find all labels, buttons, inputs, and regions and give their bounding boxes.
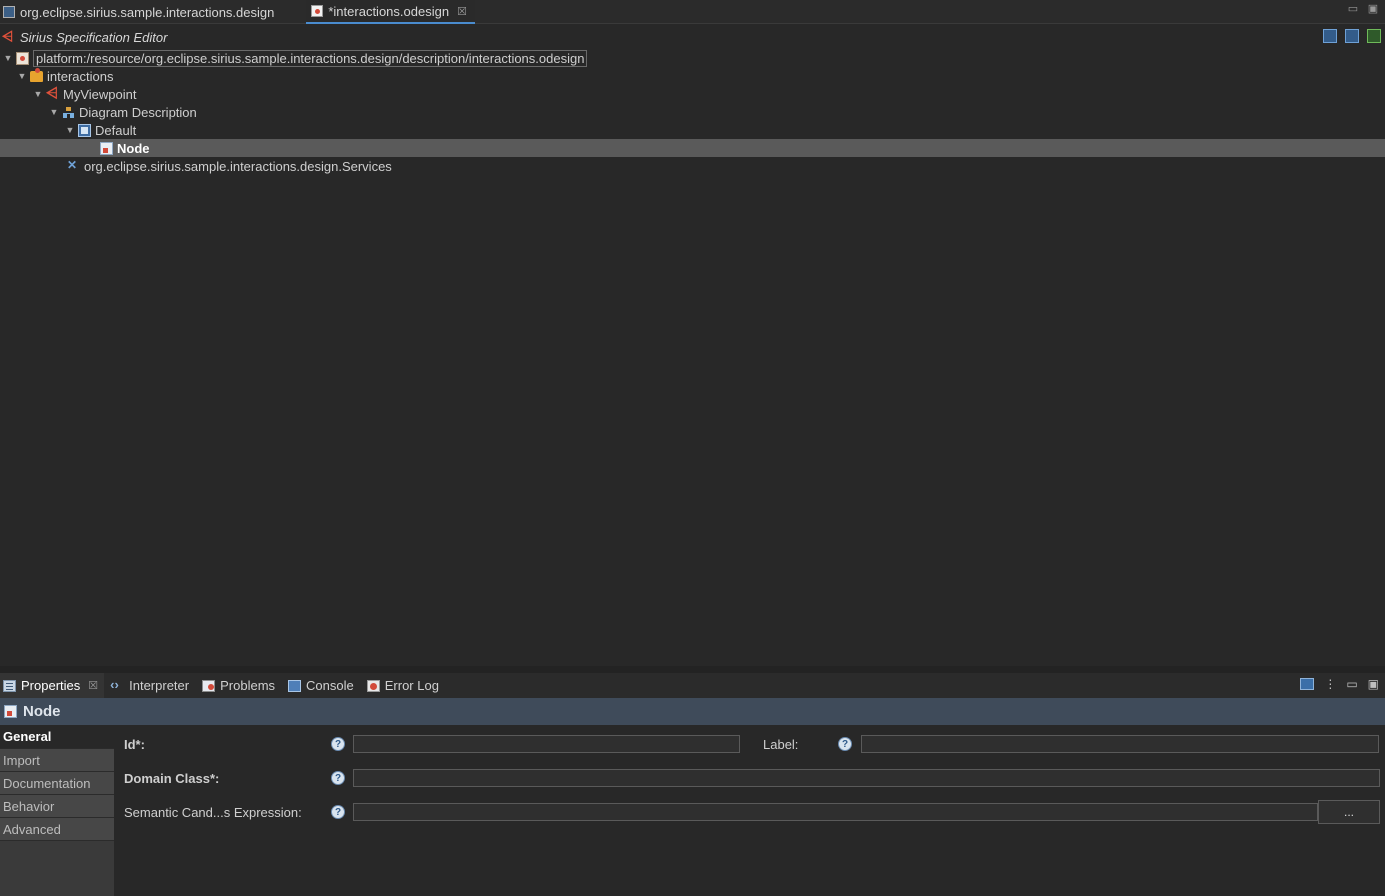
sirius-editor-icon xyxy=(2,28,15,45)
tab-label: Interpreter xyxy=(129,678,190,693)
specification-tree: ▼ platform:/resource/org.eclipse.sirius.… xyxy=(0,49,1385,175)
tree-item-label: MyViewpoint xyxy=(63,86,137,102)
tree-item-label: platform:/resource/org.eclipse.sirius.sa… xyxy=(33,49,588,67)
layer-icon xyxy=(78,123,91,137)
properties-icon xyxy=(3,679,16,692)
odesign-file-icon xyxy=(311,5,324,17)
chevron-down-icon[interactable]: ▼ xyxy=(46,103,62,121)
tab-advanced[interactable]: Advanced xyxy=(0,818,114,841)
tree-item-services[interactable]: org.eclipse.sirius.sample.interactions.d… xyxy=(0,157,1385,175)
tree-item-label: interactions xyxy=(47,68,114,84)
close-tab-icon[interactable]: ☒ xyxy=(88,679,98,692)
minimize-icon[interactable]: ▭ xyxy=(1347,2,1359,15)
tab-import[interactable]: Import xyxy=(0,749,114,772)
tab-label: Properties xyxy=(21,678,81,693)
editor-toolbar xyxy=(1323,29,1381,43)
expand-all-icon[interactable] xyxy=(1323,29,1337,43)
tree-item-diagram-description[interactable]: ▼ Diagram Description xyxy=(0,103,1385,121)
label-label: Label: xyxy=(763,737,799,752)
maximize-icon[interactable]: ▣ xyxy=(1368,677,1379,691)
view-menu-icon[interactable]: ⋮ xyxy=(1324,677,1336,691)
error-log-icon xyxy=(366,679,380,692)
editor-window-controls: ▭ ▣ xyxy=(1347,2,1379,15)
panel-toolbar: ⋮ ▭ ▣ xyxy=(1300,677,1379,691)
tab-documentation[interactable]: Documentation xyxy=(0,772,114,795)
help-icon[interactable]: ? xyxy=(331,737,345,751)
resource-icon xyxy=(16,51,29,65)
console-icon xyxy=(288,679,302,692)
tab-interpreter[interactable]: Interpreter xyxy=(108,673,195,698)
id-label: Id*: xyxy=(124,737,145,752)
tab-console[interactable]: Console xyxy=(285,673,360,698)
group-icon xyxy=(30,68,43,82)
tree-item-resource[interactable]: ▼ platform:/resource/org.eclipse.sirius.… xyxy=(0,49,1385,67)
tree-item-layer[interactable]: ▼ Default xyxy=(0,121,1385,139)
tree-item-node[interactable]: Node xyxy=(0,139,1385,157)
properties-header: Node xyxy=(0,698,1385,725)
help-icon[interactable]: ? xyxy=(838,737,852,751)
tab-label: Console xyxy=(306,678,354,693)
minimize-icon[interactable]: ▭ xyxy=(1346,677,1357,691)
id-field[interactable] xyxy=(353,735,740,753)
problems-icon xyxy=(202,679,216,692)
tab-label: *interactions.odesign xyxy=(328,3,450,19)
browse-button[interactable]: ... xyxy=(1318,800,1380,824)
tree-item-viewpoint[interactable]: ▼ MyViewpoint xyxy=(0,85,1385,103)
tab-problems[interactable]: Problems xyxy=(199,673,281,698)
tab-label: Problems xyxy=(220,678,276,693)
editor-tab-bar: org.eclipse.sirius.sample.interactions.d… xyxy=(0,0,1385,24)
tab-behavior[interactable]: Behavior xyxy=(0,795,114,818)
editor-header: Sirius Specification Editor xyxy=(0,25,1385,49)
chevron-down-icon[interactable]: ▼ xyxy=(14,67,30,85)
chevron-down-icon[interactable]: ▼ xyxy=(62,121,78,139)
semantic-candidates-field[interactable] xyxy=(353,803,1318,821)
diagram-description-icon xyxy=(62,106,75,119)
tab-general[interactable]: General xyxy=(0,725,114,749)
validate-icon[interactable] xyxy=(1367,29,1381,43)
label-field[interactable] xyxy=(861,735,1379,753)
properties-title: Node xyxy=(23,703,61,720)
tab-interactions-odesign[interactable]: *interactions.odesign ☒ xyxy=(306,0,475,24)
panel-divider[interactable] xyxy=(0,666,1385,673)
tab-label: org.eclipse.sirius.sample.interactions.d… xyxy=(20,4,275,20)
tree-item-label: Default xyxy=(95,122,137,138)
tree-item-group[interactable]: ▼ interactions xyxy=(0,67,1385,85)
chevron-down-icon[interactable]: ▼ xyxy=(30,85,46,103)
interpreter-icon xyxy=(110,677,124,692)
domain-class-label: Domain Class*: xyxy=(124,771,220,786)
semantic-candidates-label: Semantic Cand...s Expression: xyxy=(124,805,302,820)
tab-properties[interactable]: Properties ☒ xyxy=(0,673,105,698)
tree-item-label: Diagram Description xyxy=(79,104,197,120)
tab-error-log[interactable]: Error Log xyxy=(364,673,445,698)
close-tab-icon[interactable]: ☒ xyxy=(457,5,467,18)
tab-design-project[interactable]: org.eclipse.sirius.sample.interactions.d… xyxy=(0,0,282,24)
maximize-icon[interactable]: ▣ xyxy=(1367,2,1379,15)
domain-class-field[interactable] xyxy=(353,769,1380,787)
help-icon[interactable]: ? xyxy=(331,805,345,819)
tree-item-label: org.eclipse.sirius.sample.interactions.d… xyxy=(84,158,392,174)
properties-form: Id*: ? Label: ? Domain Class*: ? Semanti… xyxy=(114,725,1385,896)
node-icon xyxy=(4,705,17,718)
view-tab-bar: Properties ☒ Interpreter Problems Consol… xyxy=(0,673,1385,698)
collapse-all-icon[interactable] xyxy=(1345,29,1359,43)
java-extension-icon xyxy=(67,158,80,173)
tree-item-label: Node xyxy=(117,140,150,156)
pin-view-icon[interactable] xyxy=(1300,678,1315,690)
help-icon[interactable]: ? xyxy=(331,771,345,785)
node-icon xyxy=(100,141,113,155)
properties-side-tabs: General Import Documentation Behavior Ad… xyxy=(0,725,114,896)
tab-label: Error Log xyxy=(384,678,439,693)
viewpoint-icon xyxy=(46,85,59,102)
editor-title: Sirius Specification Editor xyxy=(20,29,168,45)
design-project-icon xyxy=(3,6,15,18)
chevron-down-icon[interactable]: ▼ xyxy=(0,49,16,67)
